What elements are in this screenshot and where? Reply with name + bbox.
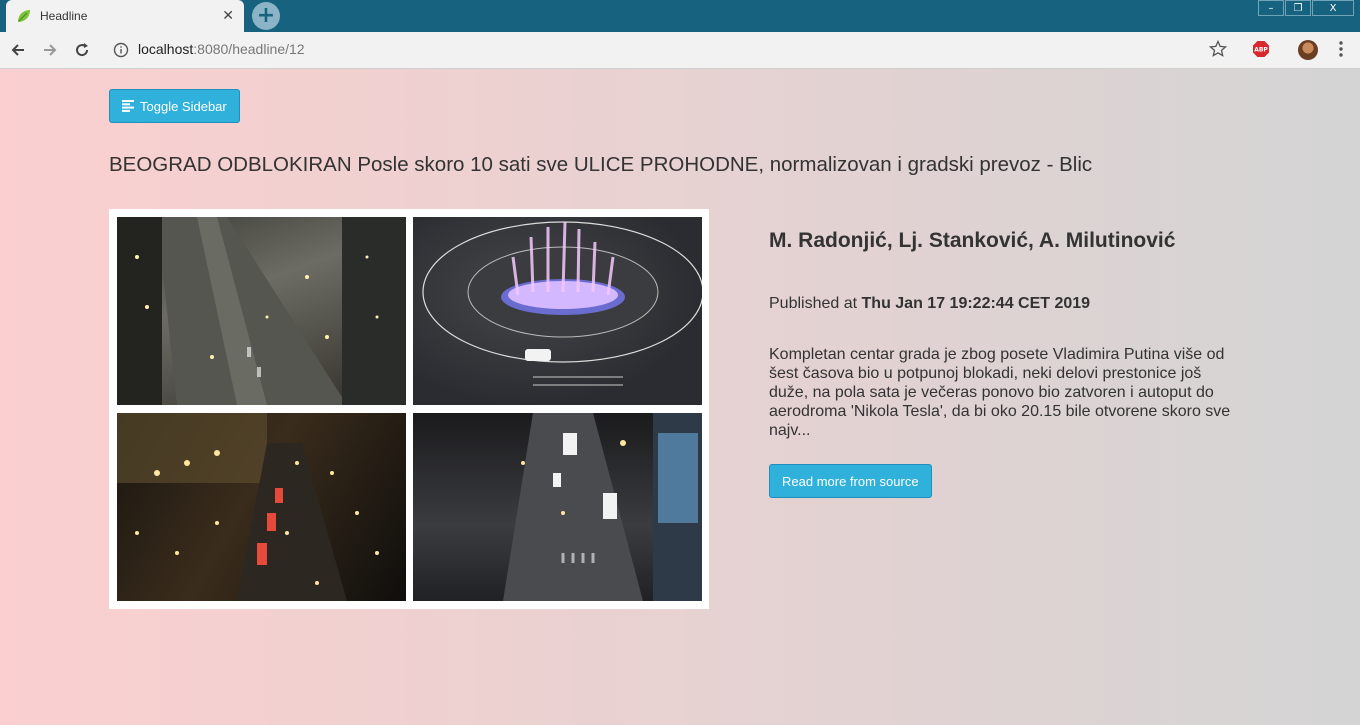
- published-datetime: Thu Jan 17 19:22:44 CET 2019: [861, 295, 1091, 312]
- forward-arrow-icon: [44, 44, 57, 56]
- camera-view-fountain: [413, 217, 702, 405]
- browser-titlebar: Headline ✕ + – ❐ X: [0, 0, 1360, 32]
- url-host: localhost: [138, 41, 194, 57]
- tab-title: Headline: [40, 9, 88, 23]
- browser-toolbar: localhost:8080/headline/12 ABP: [0, 32, 1360, 69]
- page-title: BEOGRAD ODBLOKIRAN Posle skoro 10 sati s…: [109, 153, 1093, 176]
- toggle-sidebar-label: Toggle Sidebar: [140, 98, 227, 114]
- toggle-sidebar-button[interactable]: Toggle Sidebar: [109, 89, 240, 123]
- leaf-favicon-icon: [18, 10, 30, 22]
- address-bar[interactable]: localhost:8080/headline/12: [138, 41, 305, 57]
- svg-text:ABP: ABP: [1254, 47, 1268, 54]
- back-button[interactable]: [6, 38, 30, 62]
- article-authors: M. Radonjić, Lj. Stanković, A. Milutinov…: [769, 229, 1176, 252]
- new-tab-button[interactable]: +: [252, 2, 280, 30]
- reload-button[interactable]: [70, 38, 94, 62]
- read-more-button[interactable]: Read more from source: [769, 464, 932, 498]
- info-icon[interactable]: [113, 42, 129, 58]
- camera-view-avenue: [117, 413, 406, 601]
- window-controls: – ❐ X: [1257, 0, 1354, 18]
- kebab-menu-icon[interactable]: [1334, 40, 1348, 58]
- tab-close-icon[interactable]: ✕: [222, 8, 234, 24]
- avatar[interactable]: [1298, 40, 1318, 60]
- url-path: :8080/headline/12: [193, 41, 305, 57]
- camera-view-street: [117, 217, 406, 405]
- page-content: Toggle Sidebar BEOGRAD ODBLOKIRAN Posle …: [0, 69, 1360, 725]
- close-window-button[interactable]: X: [1312, 0, 1354, 16]
- reload-icon: [76, 43, 89, 57]
- restore-button[interactable]: ❐: [1285, 0, 1311, 16]
- star-icon[interactable]: [1209, 40, 1227, 58]
- article-summary: Kompletan centar grada je zbog posete Vl…: [769, 346, 1231, 439]
- back-arrow-icon: [11, 44, 24, 56]
- forward-button[interactable]: [38, 38, 62, 62]
- camera-view-intersection: [413, 413, 702, 601]
- published-date: Published at Thu Jan 17 19:22:44 CET 201…: [769, 295, 1090, 313]
- align-left-icon: [122, 100, 134, 112]
- published-prefix: Published at: [769, 295, 858, 312]
- browser-tab[interactable]: Headline ✕: [6, 0, 244, 32]
- headline-image: [109, 209, 709, 609]
- minimize-button[interactable]: –: [1258, 0, 1284, 16]
- adblock-icon[interactable]: ABP: [1252, 40, 1270, 58]
